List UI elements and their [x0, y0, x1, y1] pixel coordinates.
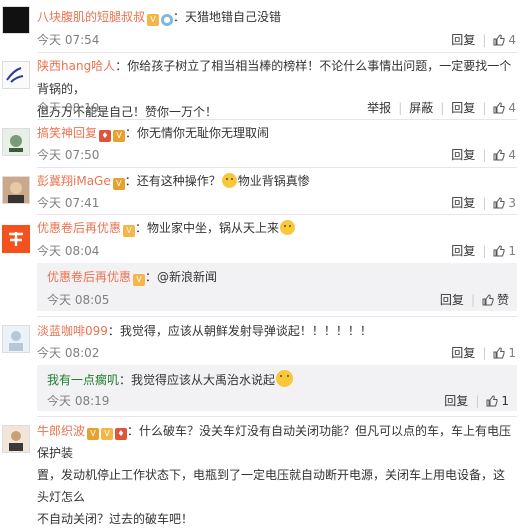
like-count: 1 — [508, 345, 516, 360]
timestamp: 今天 08:04 — [37, 244, 100, 258]
comment-text: ：还有这种操作？ — [124, 174, 221, 188]
username[interactable]: 八块腹肌的短腿叔叔 — [37, 10, 145, 24]
username[interactable]: 搞笑神回复 — [37, 126, 97, 140]
timestamp: 今天 08:19 — [47, 394, 110, 408]
username[interactable]: 彭冀翔iMaGe — [37, 174, 111, 188]
reply-button[interactable]: 回复 — [444, 31, 482, 48]
comment-text: ：天猎地错自己没错 — [173, 10, 282, 24]
like-count: 4 — [508, 147, 516, 162]
avatar[interactable] — [2, 6, 30, 34]
vip-icon: V — [101, 428, 114, 440]
member-icon: ● — [161, 14, 174, 26]
emoji-icon — [221, 173, 237, 188]
thumb-up-icon — [493, 346, 505, 358]
divider — [37, 416, 517, 417]
thumb-up-icon — [493, 101, 505, 113]
verified-icon: V — [87, 428, 100, 440]
divider — [37, 119, 517, 120]
avatar[interactable] — [2, 225, 30, 253]
member-icon: ♦ — [99, 130, 112, 142]
divider — [37, 316, 517, 317]
avatar[interactable] — [2, 176, 30, 204]
timestamp: 今天 08:02 — [37, 346, 100, 360]
avatar[interactable] — [2, 61, 30, 89]
reply-button[interactable]: 回复 — [444, 194, 482, 211]
comment-text-line3: 不自动关闭？过去的破车吧！ — [37, 512, 194, 526]
like-button[interactable]: 4 — [486, 33, 516, 47]
timestamp: 今天 07:50 — [37, 148, 100, 162]
like-button[interactable]: 赞 — [475, 291, 509, 308]
reply-button[interactable]: 回复 — [444, 99, 482, 116]
like-button[interactable]: 4 — [486, 101, 516, 115]
reply-button[interactable]: 回复 — [444, 242, 482, 259]
thumb-up-icon — [493, 148, 505, 160]
divider — [37, 167, 517, 168]
timestamp: 今天 08:19 — [37, 101, 100, 115]
divider — [37, 52, 517, 53]
emoji-icon — [276, 370, 294, 387]
comment-text: ：物业家中坐，锅从天上来 — [135, 221, 280, 235]
like-count: 4 — [508, 32, 516, 47]
vip-icon: V — [123, 225, 136, 237]
like-button[interactable]: 4 — [486, 148, 516, 162]
avatar[interactable] — [2, 128, 30, 156]
reply-button[interactable]: 回复 — [444, 344, 482, 361]
thumb-up-icon — [493, 33, 505, 45]
reply-button[interactable]: 回复 — [444, 146, 482, 163]
vip-icon: V — [113, 130, 126, 142]
like-count: 1 — [501, 393, 509, 408]
like-button[interactable]: 3 — [486, 196, 516, 210]
thumb-up-icon — [486, 394, 498, 406]
like-button[interactable]: 1 — [486, 346, 516, 360]
thumb-up-icon — [493, 244, 505, 256]
like-count: 1 — [508, 243, 516, 258]
reply-button[interactable]: 回复 — [433, 291, 471, 308]
like-count: 3 — [508, 195, 516, 210]
username[interactable]: 优惠卷后再优惠 — [37, 221, 121, 235]
comment-text-after: 物业背锅真惨 — [237, 174, 310, 188]
member-icon: ♦ — [115, 428, 128, 440]
timestamp: 今天 07:54 — [37, 33, 100, 47]
vip-icon: V — [133, 274, 146, 286]
thumb-up-icon — [482, 293, 494, 305]
vip-icon: V — [147, 14, 160, 26]
username[interactable]: 牛郎织波 — [37, 424, 85, 438]
thumb-up-icon — [493, 196, 505, 208]
reply-button[interactable]: 回复 — [437, 392, 475, 409]
like-button[interactable]: 1 — [486, 244, 516, 258]
like-label: 赞 — [496, 293, 509, 307]
like-button[interactable]: 1 — [479, 394, 509, 408]
divider — [37, 214, 517, 215]
vip-icon: V — [112, 178, 125, 190]
comment-text-line2: 置，发动机停止工作状态下，电瓶到了一定电压就自动断开电源，关闭车上用电设备，这头… — [37, 468, 506, 504]
timestamp: 今天 08:05 — [47, 293, 110, 307]
timestamp: 今天 07:41 — [37, 196, 100, 210]
comment-text: ：我觉得，应该从朝鲜发射导弹谈起！！！！！！ — [107, 324, 372, 338]
reply-text: ：我觉得应该从大禹治水说起 — [119, 373, 276, 387]
reply-box: 我有一点瘸叽：我觉得应该从大禹治水说起 今天 08:19 回复 | 1 — [37, 365, 517, 411]
username[interactable]: 陕西hang哈人 — [37, 59, 115, 73]
block-button[interactable]: 屏蔽 — [402, 99, 440, 116]
username[interactable]: 优惠卷后再优惠 — [47, 270, 131, 284]
reply-text: ：@新浪新闻 — [145, 270, 218, 284]
avatar[interactable] — [2, 425, 30, 453]
reply-box: 优惠卷后再优惠 V ：@新浪新闻 今天 08:05 回复 | 赞 — [37, 263, 517, 311]
report-button[interactable]: 举报 — [360, 99, 398, 116]
like-count: 4 — [508, 100, 516, 115]
username[interactable]: 淡蓝咖啡099 — [37, 324, 108, 338]
emoji-icon — [280, 220, 296, 235]
username[interactable]: 我有一点瘸叽 — [47, 373, 119, 387]
avatar[interactable] — [2, 325, 30, 353]
comment-text: ：你无情你无耻你无理取闹 — [125, 126, 270, 140]
